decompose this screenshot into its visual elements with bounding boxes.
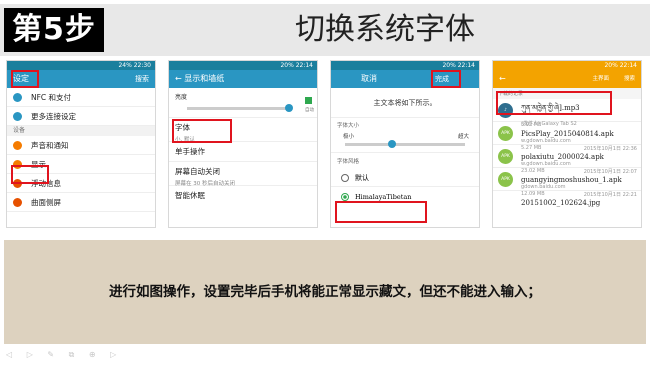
file-row[interactable]: 12.09 MB 2015年10月1日 22:21 20151002_102624…	[493, 191, 641, 214]
radio-default[interactable]	[341, 174, 349, 182]
size-label: 字体大小	[337, 123, 360, 129]
settings-item-more-connections[interactable]: 更多连接设定	[7, 107, 155, 126]
size-max: 超大	[457, 134, 469, 140]
search-button[interactable]: 搜索	[624, 70, 635, 88]
status-bar: 20% 22:14	[169, 61, 317, 70]
highlight-tibetan	[335, 201, 427, 223]
auto-checkbox[interactable]	[305, 97, 312, 104]
font-preview: 主文本将如下所示。	[331, 88, 479, 118]
search-button[interactable]: 搜索	[135, 70, 149, 88]
nfc-icon	[13, 93, 22, 102]
font-size-slider[interactable]	[345, 140, 465, 148]
apk-icon: APK	[498, 126, 513, 141]
highlight-display	[11, 165, 49, 184]
highlight-mp3	[496, 91, 612, 115]
display-action-bar: ← 显示和墙纸	[169, 70, 317, 88]
phone-font: 20% 22:14 取消 完成 主文本将如下所示。 字体大小 极小 超大 字体风…	[330, 60, 480, 228]
slideshow-toolbar[interactable]: ◁ ▷ ✎ ⧉ ⊕ ▷	[6, 350, 122, 360]
font-size-knob[interactable]	[388, 140, 397, 148]
settings-item-edge[interactable]: 曲面侧屏	[7, 193, 155, 212]
edge-icon	[13, 198, 22, 207]
status-bar: 20% 22:14	[493, 61, 641, 70]
style-label: 字体风格	[331, 152, 479, 169]
home-button[interactable]: 主界面	[592, 70, 609, 88]
instruction-text: 进行如图操作，设置完毕后手机将能正常显示藏文，但还不能进入输入；	[109, 284, 541, 300]
phone-downloads: 20% 22:14 ← 主界面 搜索 下载的记录 ♪ ཀུན་མཁྱེན་གྱི…	[492, 60, 642, 228]
step-label: 第5步	[4, 8, 104, 52]
apk-icon: APK	[498, 172, 513, 187]
smartstay-label: 智能休眠	[175, 191, 205, 200]
sound-icon	[13, 141, 22, 150]
highlight-done	[431, 70, 461, 88]
page-title: 切换系统字体	[295, 12, 475, 47]
brightness-slider[interactable]	[187, 104, 293, 112]
title-bar: 第5步 切换系统字体	[0, 4, 650, 56]
file-row[interactable]: 5.27 MB 2015年10月1日 22:36 APK polaxiutu_20…	[493, 145, 641, 168]
phone-display: 20% 22:14 ← 显示和墙纸 亮度 自动 字体 小, 默认 单手操作 屏幕自…	[168, 60, 318, 228]
smartstay-row[interactable]: 智能休眠	[169, 186, 317, 210]
back-icon[interactable]: ←	[499, 74, 506, 83]
onehand-label: 单手操作	[175, 147, 205, 156]
section-header-device: 设备	[7, 126, 155, 136]
apk-icon: APK	[498, 149, 513, 164]
downloads-action-bar: ← 主界面 搜索	[493, 70, 641, 88]
brightness-knob[interactable]	[284, 104, 293, 112]
radio-tibetan[interactable]	[341, 193, 349, 201]
file-row[interactable]: APK 3.92 MB PicsPlay_2015040814.apk w.gd…	[493, 122, 641, 145]
settings-item-sound[interactable]: 声音和通知	[7, 136, 155, 155]
phone-settings: 24% 22:30 设定 搜索 NFC 和支付 更多连接设定 设备 声音和通知 …	[6, 60, 156, 228]
status-bar: 20% 22:14	[331, 61, 479, 70]
timeout-label: 屏幕自动关闭	[175, 167, 220, 176]
style-option-default[interactable]: 默认	[331, 169, 479, 187]
size-min: 极小	[343, 134, 355, 140]
auto-label: 自动	[305, 108, 314, 113]
settings-item-nfc[interactable]: NFC 和支付	[7, 88, 155, 107]
status-bar: 24% 22:30	[7, 61, 155, 70]
highlight-font	[172, 119, 232, 143]
timeout-row[interactable]: 屏幕自动关闭 屏幕在 30 秒后自动关闭	[169, 162, 317, 187]
display-title: 显示和墙纸	[184, 74, 225, 83]
connections-icon	[13, 112, 22, 121]
instruction-box: 进行如图操作，设置完毕后手机将能正常显示藏文，但还不能进入输入；	[4, 240, 646, 344]
highlight-settings-title	[11, 70, 39, 88]
brightness-row: 亮度 自动	[169, 88, 317, 118]
onehand-row[interactable]: 单手操作	[169, 142, 317, 162]
size-range: 极小 超大	[331, 129, 479, 141]
back-icon[interactable]: ←	[175, 74, 184, 83]
cancel-button[interactable]: 取消	[361, 70, 377, 88]
brightness-label: 亮度	[175, 94, 188, 101]
slide: 第5步 切换系统字体 24% 22:30 设定 搜索 NFC 和支付 更多连接设…	[0, 0, 650, 365]
file-row[interactable]: 23.02 MB 2015年10月1日 22:07 APK guangyingmo…	[493, 168, 641, 191]
